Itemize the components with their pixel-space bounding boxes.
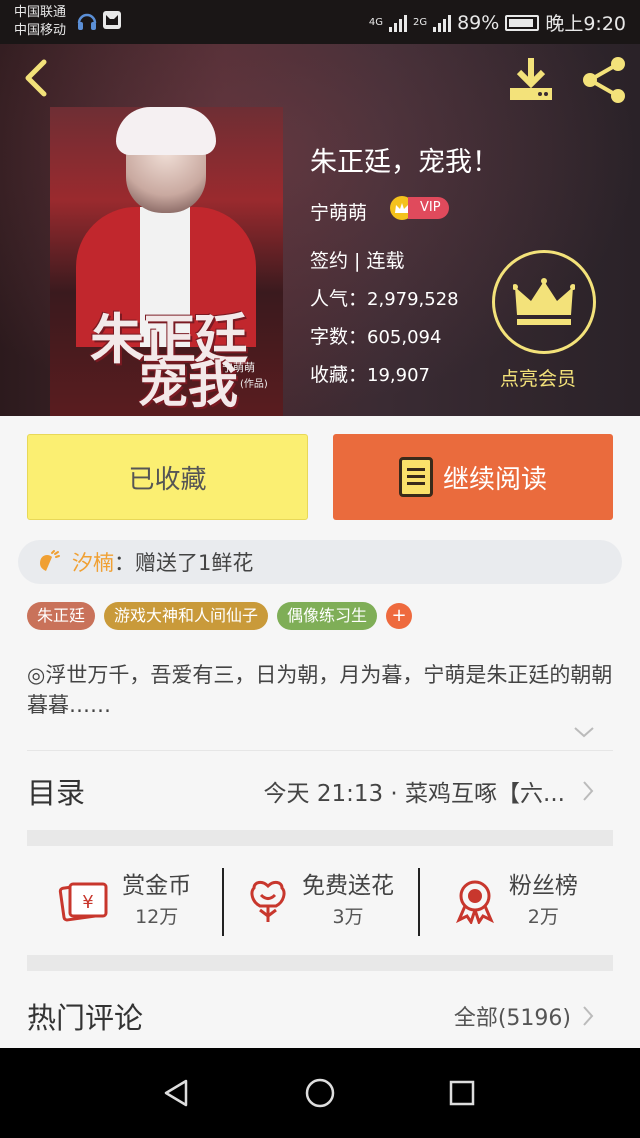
medal-icon [455,880,494,924]
stat-name: 免费送花 [301,873,394,899]
network-2: 2G [412,16,428,28]
collected-button[interactable]: 已收藏 [27,434,308,520]
stat-count: 2万 [527,906,559,928]
wordcount-label: 字数： [310,326,368,348]
cover-figure-hair [116,107,216,155]
wordcount-row: 字数：605,094 [310,322,441,349]
clock: 晚上9:20 [545,13,626,35]
popularity-label: 人气： [310,288,368,310]
latest-chapter: 今天 21:13 · 菜鸡互啄【六... [263,780,565,807]
member-label[interactable]: 点亮会员 [500,364,576,391]
carrier-info: 中国联通 中国移动 [14,4,66,40]
chevron-right-icon[interactable] [581,1004,595,1028]
reward-coin-icon: ¥ [58,882,108,922]
flower-giver[interactable]: 汐楠 [72,547,114,577]
share-icon[interactable] [578,54,630,106]
book-icon [398,457,433,497]
nav-back-icon[interactable] [162,1078,192,1108]
headset-icon [77,13,97,30]
continue-reading-button[interactable]: 继续阅读 [333,434,613,520]
stats-row: ¥ 赏金币 12万 免费送花 3万 粉丝榜 2万 [27,848,613,954]
all-comments-link[interactable]: 全部(5196) [454,1000,571,1032]
popularity-value: 2,979,528 [367,289,459,310]
toc-label: 目录 [27,775,86,810]
hot-comments-header: 热门评论 全部(5196) [27,986,613,1046]
book-title: 朱正廷，宠我！ [310,147,499,178]
status-bar: 中国联通 中国移动 4G 2G 89% 晚上9:20 [0,0,640,44]
battery-percent: 89% [457,11,500,34]
add-tag-button[interactable]: + [386,603,413,629]
favorites-label: 收藏： [310,364,368,386]
vip-label: VIP [408,197,449,219]
flower-text: ：赠送了1鲜花 [114,551,254,575]
section-divider [27,955,613,971]
reward-coin-button[interactable]: ¥ 赏金币 12万 [27,848,222,954]
table-of-contents-row[interactable]: 目录 今天 21:13 · 菜鸡互啄【六... [27,750,613,830]
chevron-left-icon[interactable] [18,56,54,100]
cover-author: 宁萌萌 [222,361,255,374]
download-icon[interactable] [506,54,556,104]
flower-gift-icon [40,550,60,571]
signal-1-icon [388,14,407,32]
cover-note: (作品) [240,379,268,390]
cat-app-icon [103,11,121,29]
tag-item[interactable]: 游戏大神和人间仙子 [104,602,269,630]
book-cover[interactable]: 朱正廷 宠我 宁萌萌 (作品) [50,107,283,416]
favorites-row: 收藏：19,907 [310,360,430,387]
favorites-value: 19,907 [367,365,430,386]
book-status: 签约 | 连载 [310,250,405,272]
tag-item[interactable]: 偶像练习生 [277,602,378,630]
stat-count: 3万 [332,906,364,928]
popularity-row: 人气：2,979,528 [310,284,459,311]
section-divider [27,830,613,846]
member-button[interactable] [492,250,596,354]
flower-icon [250,880,286,922]
carrier-1: 中国联通 [14,5,67,20]
fan-ranking-button[interactable]: 粉丝榜 2万 [417,848,613,954]
crown-icon [513,278,575,325]
tag-item[interactable]: 朱正廷 [27,602,96,630]
book-intro: ◎浮世万千，吾爱有三，日为朝，月为暮，宁萌是朱正廷的朝朝暮暮…… [27,663,613,717]
stat-name: 赏金币 [122,873,192,899]
author-name[interactable]: 宁萌萌 [310,198,367,225]
nav-home-icon[interactable] [304,1077,336,1109]
battery-icon [505,14,540,31]
collected-label: 已收藏 [128,464,207,495]
cover-title-2: 宠我 [138,356,238,414]
continue-reading-label: 继续阅读 [442,464,547,495]
chevron-right-icon [583,780,594,801]
nav-recents-icon[interactable] [448,1079,476,1107]
hot-comments-label: 热门评论 [27,1001,144,1035]
free-flower-button[interactable]: 免费送花 3万 [222,848,417,954]
signal-2-icon [433,14,452,32]
carrier-2: 中国移动 [14,23,67,38]
flower-notice[interactable]: 汐楠 ：赠送了1鲜花 [18,540,622,584]
book-header: 朱正廷 宠我 宁萌萌 (作品) 朱正廷，宠我！ 宁萌萌 VIP 签约 | 连载 … [0,44,640,416]
wordcount-value: 605,094 [367,327,442,348]
svg-text:¥: ¥ [82,892,93,913]
tag-list: 朱正廷 游戏大神和人间仙子 偶像练习生 + [27,602,413,630]
network-1: 4G [368,16,383,28]
system-nav-bar [0,1048,640,1138]
chevron-down-icon[interactable] [572,724,596,740]
stat-name: 粉丝榜 [508,873,578,899]
stat-count: 12万 [135,906,179,928]
vip-badge: VIP [390,196,449,220]
status-right: 4G 2G 89% 晚上9:20 [369,9,626,36]
